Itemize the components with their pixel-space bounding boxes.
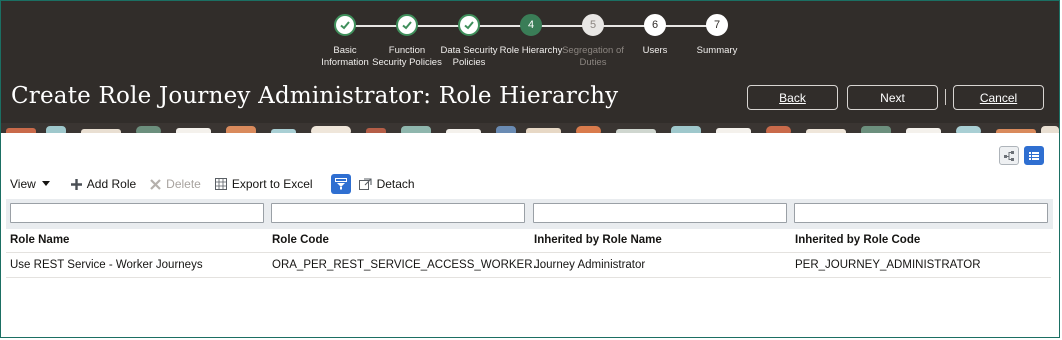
delete-label: Delete (166, 177, 201, 191)
plus-icon (70, 178, 82, 190)
query-by-example-button[interactable] (330, 174, 351, 194)
column-header-role-name[interactable]: Role Name (10, 234, 69, 246)
export-excel-icon (214, 178, 227, 190)
cell-inherited-role-name: Journey Administrator (534, 259, 646, 271)
export-to-excel-label: Export to Excel (231, 177, 313, 191)
table-view-toggle[interactable] (1024, 146, 1044, 165)
row-divider-line (6, 277, 1051, 278)
checkmark-icon (402, 21, 412, 30)
delete-button: Delete (150, 177, 201, 191)
role-code-filter-input[interactable] (271, 203, 525, 223)
add-role-button[interactable]: Add Role (70, 177, 137, 191)
train-stops: 4 5 6 7 Basic Information Function Securit… (1, 1, 1059, 81)
cancel-button[interactable]: Cancel (953, 85, 1044, 110)
checkmark-icon (340, 21, 350, 30)
banner-pattern-icon (1, 126, 1059, 133)
add-role-label: Add Role (86, 177, 137, 191)
hierarchy-icon (1004, 150, 1014, 161)
page-title: Create Role Journey Administrator: Role … (11, 83, 619, 109)
cell-role-code: ORA_PER_REST_SERVICE_ACCESS_WORKER… (272, 259, 545, 271)
column-header-role-code[interactable]: Role Code (272, 234, 329, 246)
header-divider-line (6, 252, 1051, 253)
train-label-summary[interactable]: Summary (677, 45, 757, 57)
train-stop-users[interactable]: 6 (644, 14, 666, 36)
inherited-role-code-filter-input[interactable] (794, 203, 1048, 223)
detach-label: Detach (376, 177, 415, 191)
table-toolbar: View Add Role Delete Export to Excel Det… (10, 173, 429, 195)
chevron-down-icon (41, 181, 50, 186)
filter-icon (334, 178, 347, 190)
train-stop-summary[interactable]: 7 (706, 14, 728, 36)
cell-role-name: Use REST Service - Worker Journeys (10, 259, 203, 271)
hierarchy-view-toggle[interactable] (999, 146, 1019, 165)
checkmark-icon (464, 21, 474, 30)
list-icon (1029, 151, 1039, 160)
role-name-filter-input[interactable] (10, 203, 264, 223)
train-stop-data-security[interactable] (458, 14, 480, 36)
column-header-inherited-role-name[interactable]: Inherited by Role Name (534, 234, 662, 246)
page-header: 4 5 6 7 Basic Information Function Securit… (1, 1, 1059, 124)
view-menu-label: View (10, 177, 36, 191)
train-stop-function-security[interactable] (396, 14, 418, 36)
train-stop-segregation-of-duties: 5 (582, 14, 604, 36)
next-button[interactable]: Next (847, 85, 938, 110)
view-menu[interactable]: View (10, 177, 51, 191)
detach-icon (358, 178, 372, 190)
delete-x-icon (150, 178, 161, 190)
export-to-excel-button[interactable]: Export to Excel (214, 177, 313, 191)
filter-row (6, 199, 1053, 229)
detach-button[interactable]: Detach (358, 177, 415, 191)
cell-inherited-role-code: PER_JOURNEY_ADMINISTRATOR (795, 259, 981, 271)
back-button[interactable]: Back (747, 85, 838, 110)
header-divider (945, 89, 946, 105)
train-stop-basic-information[interactable] (334, 14, 356, 36)
decorative-banner (1, 123, 1059, 133)
inherited-role-name-filter-input[interactable] (533, 203, 787, 223)
train-stop-role-hierarchy[interactable]: 4 (520, 14, 542, 36)
column-header-inherited-role-code[interactable]: Inherited by Role Code (795, 234, 920, 246)
